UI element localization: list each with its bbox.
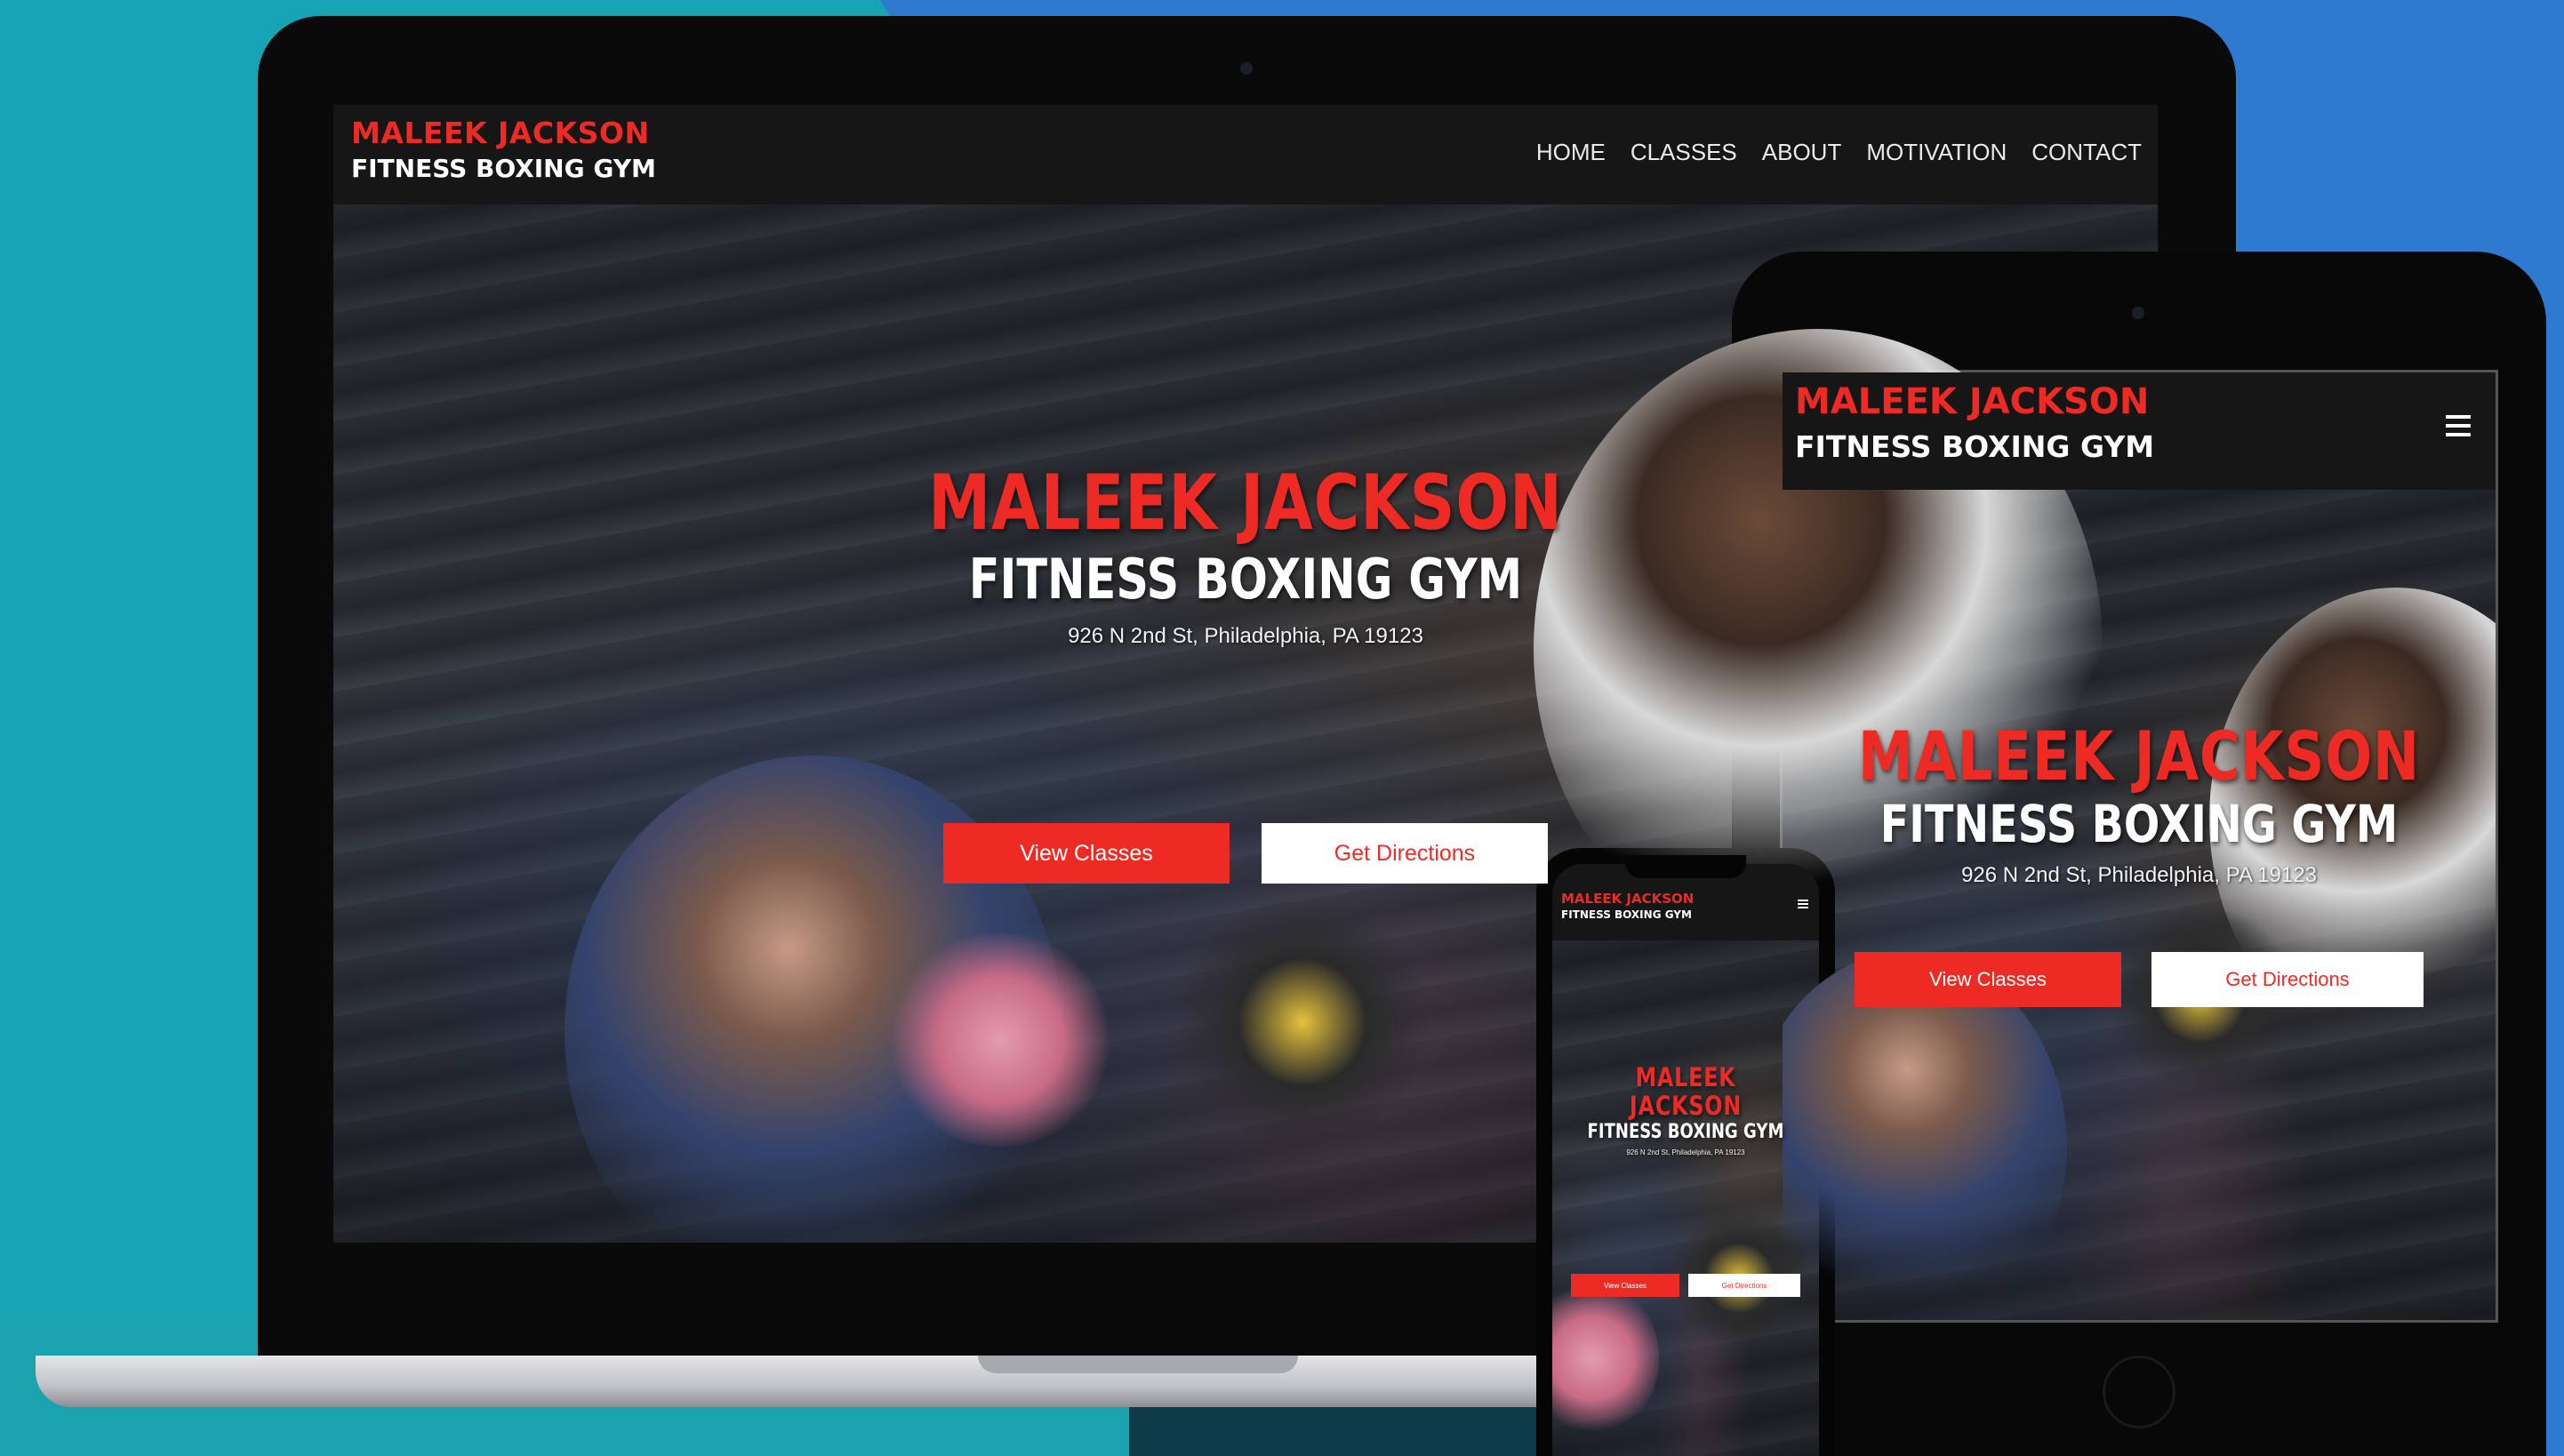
hero-title-line1: MALEEK JACKSON [928, 459, 1563, 548]
hero-title-line2: FITNESS BOXING GYM [968, 547, 1523, 612]
phone-notch [1625, 855, 1746, 878]
logo-line1: MALEEK JACKSON [351, 116, 650, 150]
logo-line2: FITNESS BOXING GYM [351, 154, 656, 183]
hero-address: 926 N 2nd St, Philadelphia, PA 19123 [1068, 624, 1423, 648]
phone-get-directions-button[interactable]: Get Directions [1688, 1274, 1800, 1297]
phone-logo-line2: FITNESS BOXING GYM [1561, 908, 1692, 921]
view-classes-button[interactable]: View Classes [943, 823, 1230, 884]
phone-view-classes-button[interactable]: View Classes [1571, 1274, 1679, 1297]
phone-hero-title-line2: FITNESS BOXING GYM [1587, 1121, 1784, 1143]
phone-hamburger-menu-icon[interactable] [1798, 900, 1808, 908]
tablet-navbar: MALEEK JACKSON FITNESS BOXING GYM [1783, 372, 2496, 490]
hero-photo-pink-gloves [885, 933, 1116, 1147]
phone-hero-buttons: View Classes Get Directions [1552, 1274, 1819, 1297]
tablet-camera [2132, 307, 2144, 319]
laptop-camera [1240, 62, 1253, 75]
tablet-hero-title-line1: MALEEK JACKSON [1857, 716, 2421, 796]
phone-hero-section: MALEEK JACKSON FITNESS BOXING GYM 926 N … [1552, 940, 1819, 1456]
tablet-hero-photo-boxer-woman [1783, 952, 2067, 1320]
laptop-navbar: MALEEK JACKSON FITNESS BOXING GYM HOME C… [333, 105, 2158, 204]
tablet-hero-address: 926 N 2nd St, Philadelphia, PA 19123 [1961, 863, 2317, 887]
phone-hero-title-line1: MALEEK JACKSON [1629, 1062, 1743, 1121]
get-directions-button[interactable]: Get Directions [1262, 823, 1548, 884]
phone-site-logo[interactable]: MALEEK JACKSON FITNESS BOXING GYM [1561, 891, 1694, 921]
phone-hero-address: 926 N 2nd St, Philadelphia, PA 19123 [1626, 1148, 1745, 1156]
nav-item-motivation[interactable]: MOTIVATION [1866, 139, 2007, 166]
main-nav: HOME CLASSES ABOUT MOTIVATION CONTACT [1536, 139, 2142, 166]
hero-photo-focus-pad [1169, 898, 1436, 1147]
laptop-opening-notch [978, 1356, 1298, 1373]
nav-item-about[interactable]: ABOUT [1762, 139, 1842, 166]
tablet-view-classes-button[interactable]: View Classes [1855, 952, 2121, 1007]
tablet-hero-content: MALEEK JACKSON FITNESS BOXING GYM 926 N … [1783, 721, 2496, 1007]
site-logo[interactable]: MALEEK JACKSON FITNESS BOXING GYM [351, 116, 656, 183]
tablet-logo-line1: MALEEK JACKSON [1795, 381, 2150, 422]
phone-hero-photo-pink-gloves [1552, 1278, 1659, 1438]
nav-item-home[interactable]: HOME [1536, 139, 1606, 166]
tablet-hero-title-line2: FITNESS BOXING GYM [1879, 794, 2399, 854]
hamburger-menu-icon[interactable] [2446, 415, 2471, 436]
tablet-get-directions-button[interactable]: Get Directions [2151, 952, 2424, 1007]
phone-hero-content: MALEEK JACKSON FITNESS BOXING GYM 926 N … [1552, 1063, 1819, 1297]
tablet-site-logo[interactable]: MALEEK JACKSON FITNESS BOXING GYM [1795, 381, 2154, 464]
tablet-home-button [2103, 1356, 2175, 1428]
tablet-hero-buttons: View Classes Get Directions [1783, 952, 2496, 1007]
tablet-logo-line2: FITNESS BOXING GYM [1795, 429, 2155, 464]
nav-item-classes[interactable]: CLASSES [1631, 139, 1737, 166]
nav-item-contact[interactable]: CONTACT [2031, 139, 2142, 166]
phone-logo-line1: MALEEK JACKSON [1561, 891, 1695, 907]
